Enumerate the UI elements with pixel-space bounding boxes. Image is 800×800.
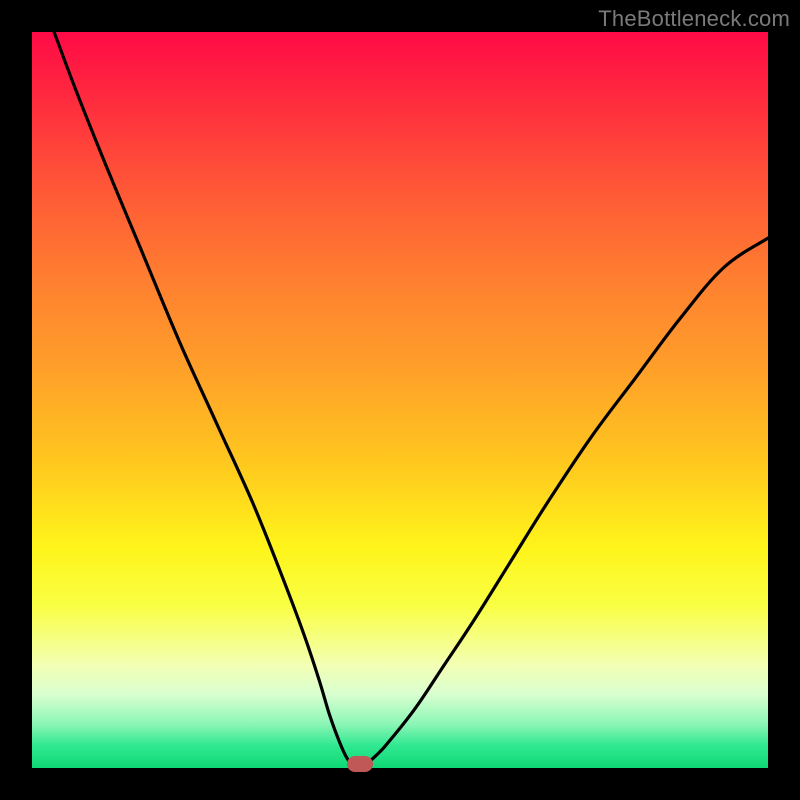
- plot-area: [32, 32, 768, 768]
- min-marker: [347, 756, 373, 772]
- watermark-text: TheBottleneck.com: [598, 6, 790, 32]
- bottleneck-curve: [54, 32, 768, 768]
- chart-frame: TheBottleneck.com: [0, 0, 800, 800]
- curve-svg: [32, 32, 768, 768]
